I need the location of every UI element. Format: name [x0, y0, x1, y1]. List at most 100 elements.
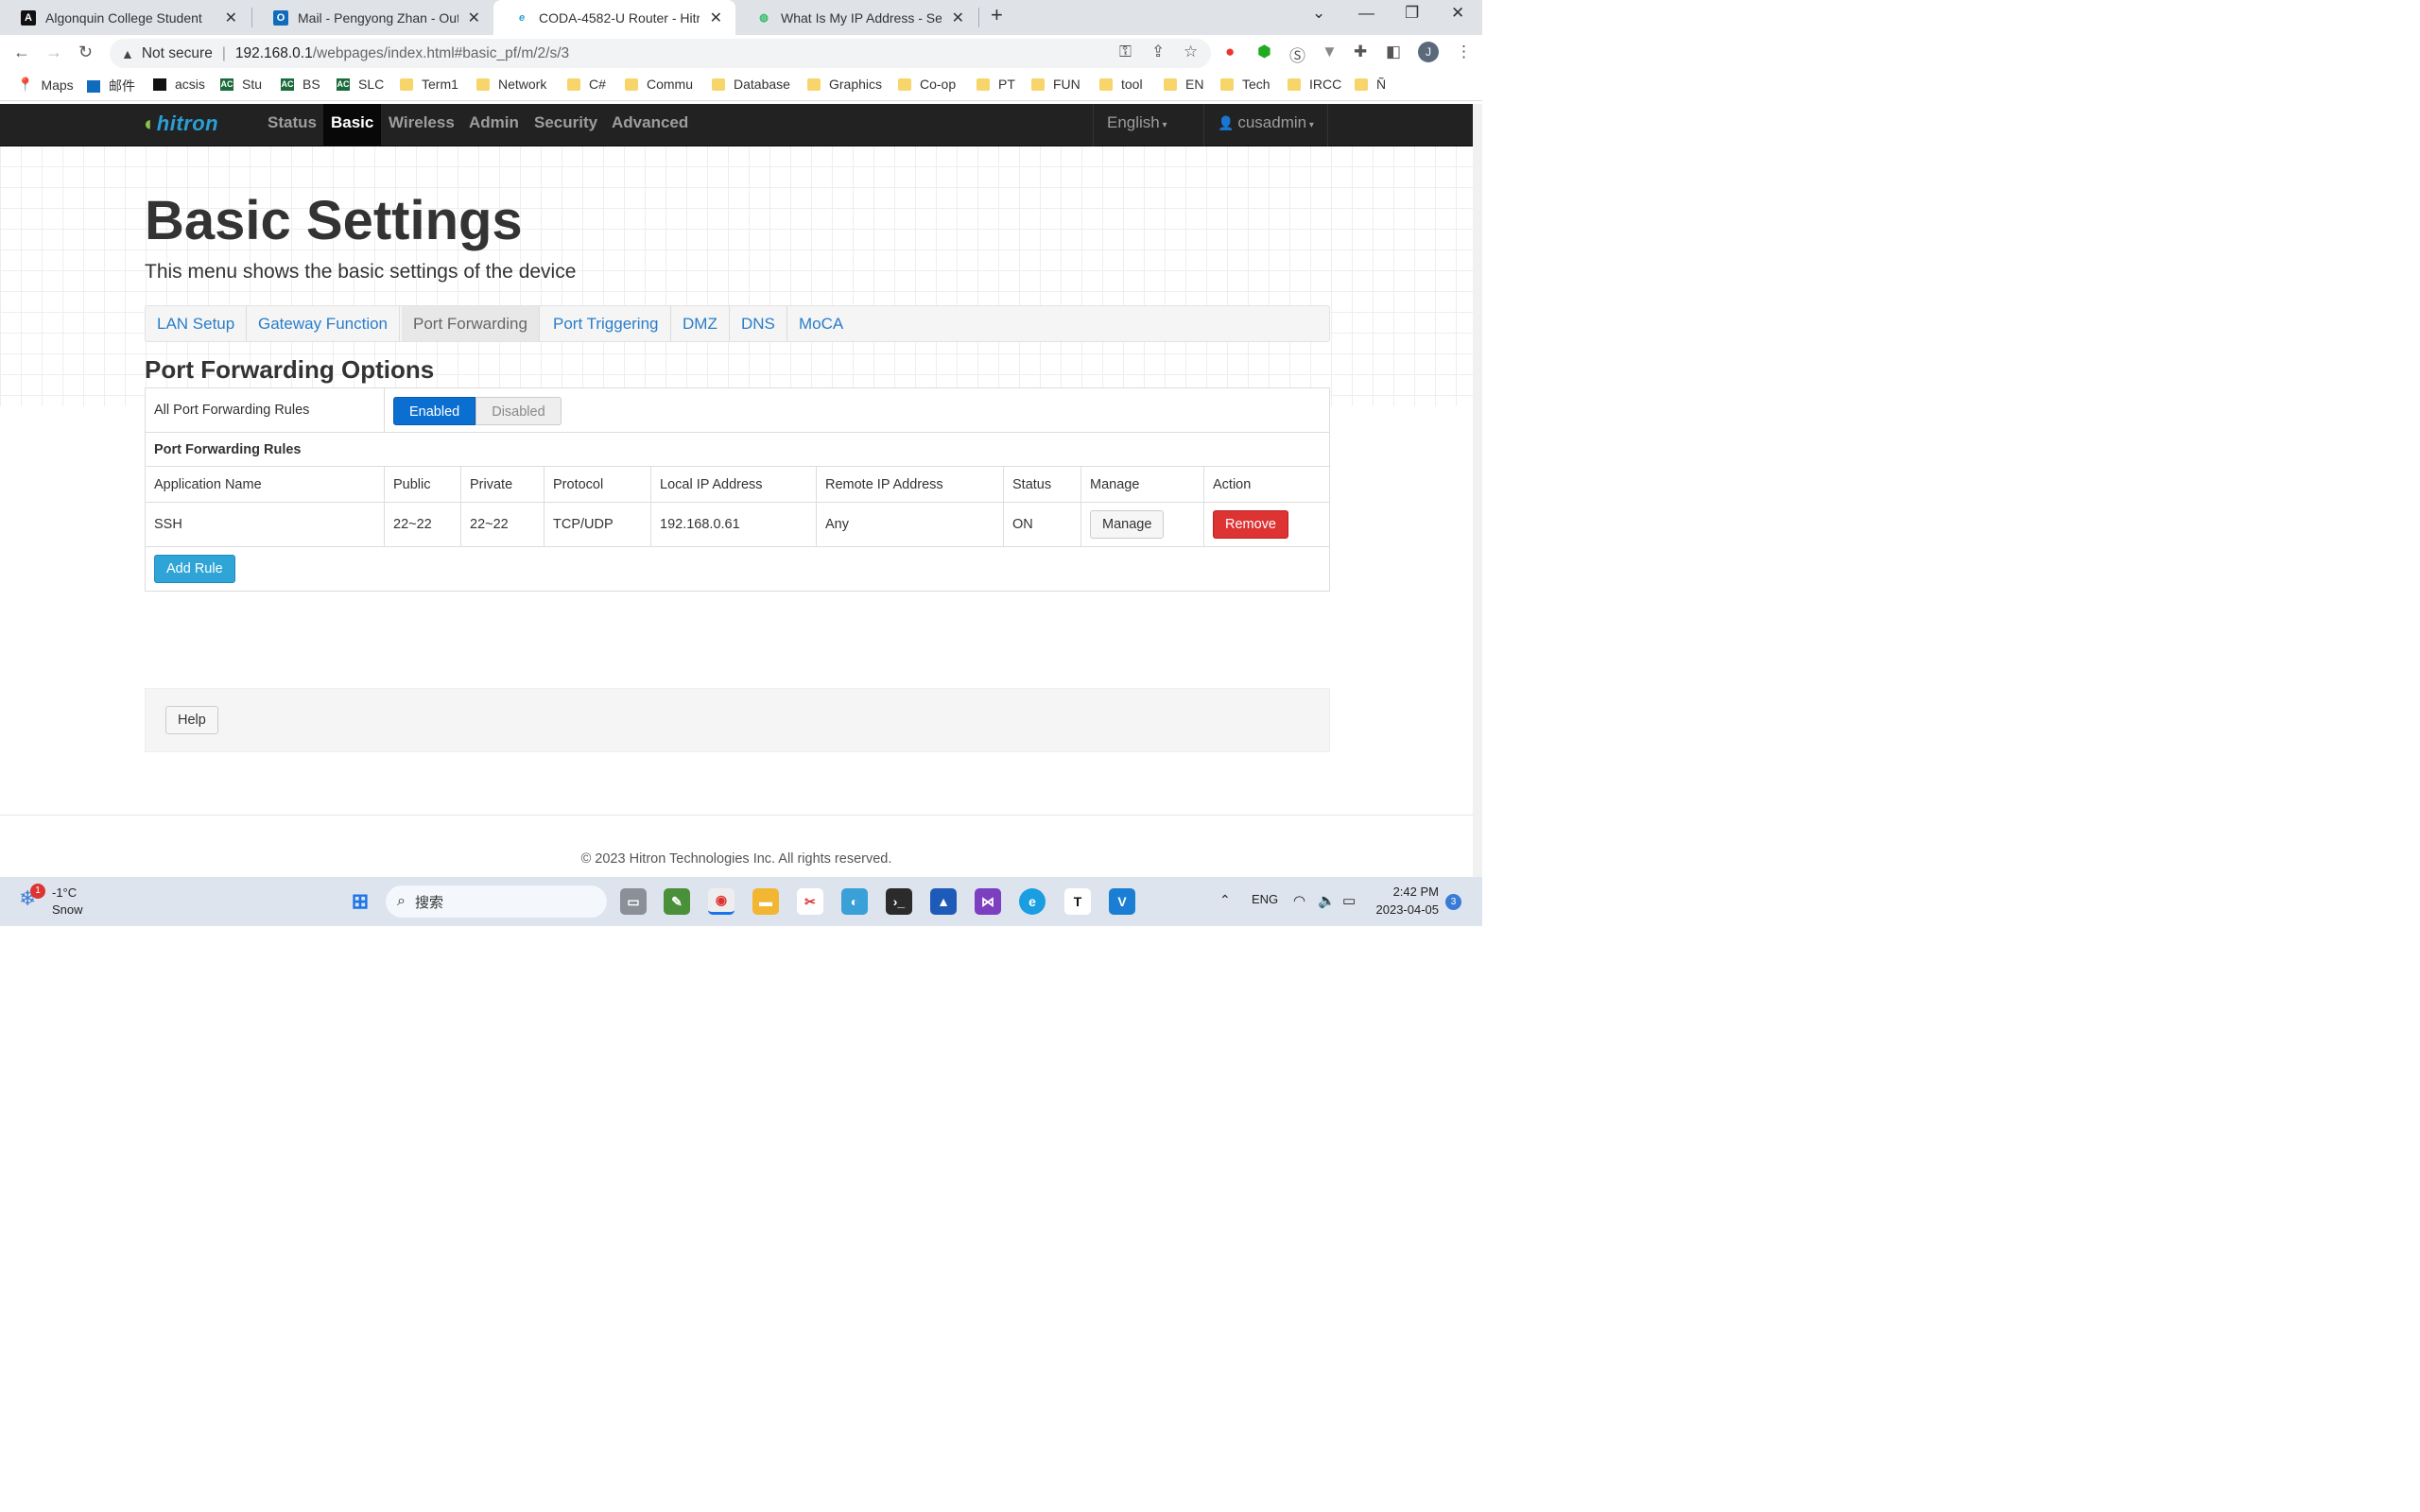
hitron-logo[interactable]: ◐hitron: [144, 112, 218, 136]
close-tab-icon[interactable]: ✕: [468, 9, 480, 27]
nav-basic[interactable]: Basic: [323, 104, 382, 146]
warning-icon[interactable]: ▲: [121, 46, 134, 61]
wifi-icon[interactable]: ◠: [1293, 892, 1305, 909]
show-hidden-icons-chevron-icon[interactable]: ⌃: [1219, 892, 1231, 908]
new-tab-icon[interactable]: +: [991, 3, 1003, 27]
tab-whatismyip[interactable]: ◍ What Is My IP Address - See Yo ✕: [735, 0, 977, 35]
tab-moca[interactable]: MoCA: [787, 306, 855, 341]
tab-algonquin[interactable]: A Algonquin College Student Inf ✕: [0, 0, 251, 35]
bookmark-database[interactable]: Database: [712, 77, 790, 92]
clock-date[interactable]: 2023-04-05: [1373, 902, 1440, 917]
nav-advanced[interactable]: Advanced: [604, 104, 696, 146]
tab-hitron-router[interactable]: e CODA-4582-U Router - Hitron ✕: [493, 0, 735, 35]
restore-icon[interactable]: ❐: [1405, 4, 1419, 23]
minimize-icon[interactable]: —: [1358, 4, 1374, 23]
battery-icon[interactable]: ▭: [1342, 892, 1356, 909]
bookmark-stu[interactable]: AC Stu: [220, 77, 262, 92]
bookmark-commu[interactable]: Commu: [625, 77, 693, 92]
col-manage: Manage: [1081, 467, 1204, 502]
tab-dmz[interactable]: DMZ: [671, 306, 730, 341]
close-tab-icon[interactable]: ✕: [952, 9, 964, 27]
ublock-extension-icon[interactable]: ⬢: [1257, 43, 1271, 61]
snipping-tool-icon[interactable]: ✂: [797, 888, 823, 915]
notification-count-badge[interactable]: 3: [1445, 894, 1461, 910]
nav-status[interactable]: Status: [260, 104, 324, 146]
close-window-icon[interactable]: ✕: [1451, 4, 1464, 23]
page-scrollbar[interactable]: [1473, 104, 1482, 877]
bookmark-n[interactable]: Ñ: [1355, 77, 1386, 92]
help-button[interactable]: Help: [165, 706, 218, 734]
tab-port-forwarding[interactable]: Port Forwarding: [402, 306, 540, 341]
nav-admin[interactable]: Admin: [461, 104, 527, 146]
bookmark-tech[interactable]: Tech: [1220, 77, 1270, 92]
v-extension-icon[interactable]: ▼: [1322, 43, 1338, 61]
edge-icon[interactable]: e: [1019, 888, 1046, 915]
security-label[interactable]: Not secure: [142, 45, 213, 62]
tab-port-triggering[interactable]: Port Triggering: [542, 306, 671, 341]
start-windows-icon[interactable]: ⊞: [347, 888, 373, 915]
forward-icon[interactable]: →: [45, 43, 62, 62]
bookmark-csharp[interactable]: C#: [567, 77, 606, 92]
bookmark-mail[interactable]: 邮件: [87, 77, 135, 95]
share-icon[interactable]: ⇪: [1151, 43, 1165, 61]
s-extension-icon[interactable]: Ⓢ: [1289, 43, 1305, 66]
visual-studio-icon[interactable]: ⋈: [975, 888, 1001, 915]
task-view-icon[interactable]: ▭: [620, 888, 647, 915]
remove-button[interactable]: Remove: [1213, 510, 1288, 539]
manage-button[interactable]: Manage: [1090, 510, 1165, 539]
back-icon[interactable]: ←: [13, 43, 30, 62]
bookmark-coop[interactable]: Co-op: [898, 77, 956, 92]
bookmark-en[interactable]: EN: [1164, 77, 1203, 92]
typora-icon[interactable]: T: [1064, 888, 1091, 915]
enabled-button[interactable]: Enabled: [393, 397, 476, 425]
language-dropdown[interactable]: English ▾: [1093, 104, 1203, 146]
bookmark-acsis[interactable]: acsis: [153, 77, 205, 92]
bookmark-fun[interactable]: FUN: [1031, 77, 1080, 92]
paint-icon[interactable]: ◐: [841, 888, 868, 915]
address-bar[interactable]: ▲ Not secure | 192.168.0.1/webpages/inde…: [110, 39, 1211, 68]
bookmark-star-icon[interactable]: ☆: [1184, 43, 1198, 61]
bookmark-slc[interactable]: AC SLC: [337, 77, 384, 92]
tab-lan-setup[interactable]: LAN Setup: [146, 306, 248, 341]
weather-temp[interactable]: -1°C: [52, 885, 77, 900]
add-rule-button[interactable]: Add Rule: [154, 555, 235, 583]
tab-gateway-function[interactable]: Gateway Function: [247, 306, 401, 341]
clock-time[interactable]: 2:42 PM: [1373, 885, 1439, 899]
bookmark-network[interactable]: Network: [476, 77, 546, 92]
page-title: Basic Settings: [145, 190, 523, 251]
tab-dns[interactable]: DNS: [730, 306, 787, 341]
reload-icon[interactable]: ↻: [78, 43, 93, 62]
tab-outlook[interactable]: O Mail - Pengyong Zhan - Outlo ✕: [252, 0, 493, 35]
volume-icon[interactable]: 🔈: [1318, 892, 1336, 909]
nav-wireless[interactable]: Wireless: [381, 104, 462, 146]
col-private: Private: [461, 467, 544, 502]
bookmark-ircc[interactable]: IRCC: [1288, 77, 1341, 92]
bookmark-maps[interactable]: 📍 Maps: [17, 77, 74, 93]
notepad-icon[interactable]: ✎: [664, 888, 690, 915]
bookmark-bs[interactable]: AC BS: [281, 77, 320, 92]
bookmark-pt[interactable]: PT: [977, 77, 1015, 92]
more-menu-icon[interactable]: ⋮: [1456, 43, 1472, 61]
color-extension-icon[interactable]: ●: [1225, 43, 1235, 61]
bookmark-tool[interactable]: tool: [1099, 77, 1143, 92]
close-tab-icon[interactable]: ✕: [225, 9, 237, 27]
user-dropdown[interactable]: 👤 cusadmin ▾: [1203, 104, 1328, 146]
side-panel-icon[interactable]: ◧: [1386, 43, 1401, 61]
bookmark-term1[interactable]: Term1: [400, 77, 458, 92]
disabled-button[interactable]: Disabled: [475, 397, 562, 425]
input-language[interactable]: ENG: [1252, 892, 1278, 906]
terminal-icon[interactable]: ›_: [886, 888, 912, 915]
taskbar-search[interactable]: ⌕ 搜索: [386, 885, 607, 918]
weather-desc[interactable]: Snow: [52, 902, 83, 917]
file-explorer-icon[interactable]: ▬: [752, 888, 779, 915]
extensions-puzzle-icon[interactable]: ✚: [1354, 43, 1367, 61]
close-tab-icon[interactable]: ✕: [710, 9, 722, 27]
nav-security[interactable]: Security: [527, 104, 605, 146]
profile-avatar[interactable]: J: [1418, 42, 1439, 62]
bookmark-graphics[interactable]: Graphics: [807, 77, 882, 92]
key-icon[interactable]: ⚿: [1119, 43, 1132, 61]
vscode-icon[interactable]: V: [1109, 888, 1135, 915]
wireshark-icon[interactable]: ▲: [930, 888, 957, 915]
tab-search-chevron-icon[interactable]: ⌄: [1312, 4, 1325, 23]
chrome-icon[interactable]: ◉: [708, 888, 735, 915]
